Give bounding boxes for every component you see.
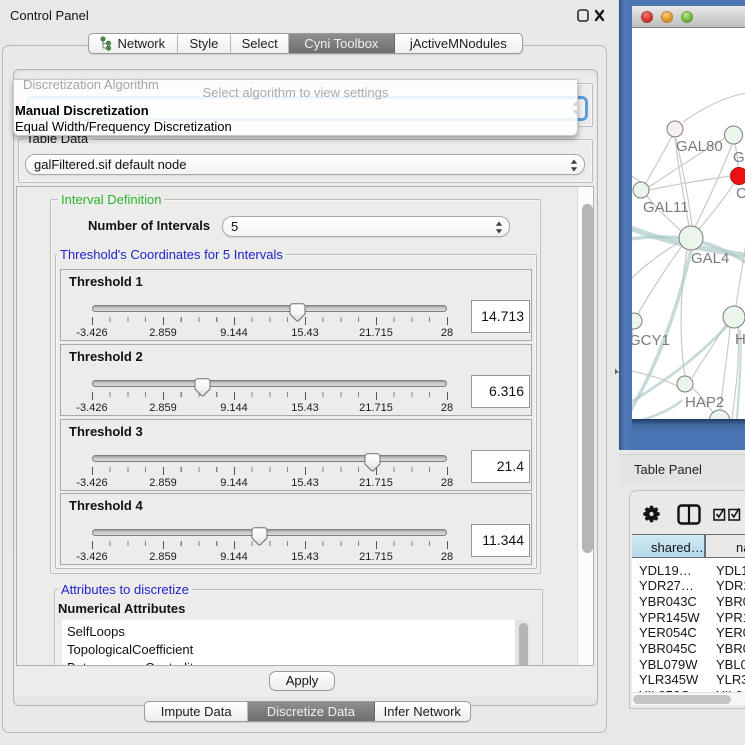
svg-text:C: C [736, 185, 745, 202]
svg-text:HAP2: HAP2 [685, 394, 724, 411]
svg-text:H: H [735, 331, 745, 348]
svg-text:GAL4: GAL4 [691, 250, 729, 267]
svg-text:GAL80: GAL80 [676, 138, 723, 155]
svg-text:G: G [733, 149, 745, 166]
svg-text:GAL11: GAL11 [643, 199, 689, 216]
svg-text:GCY1: GCY1 [632, 332, 670, 349]
